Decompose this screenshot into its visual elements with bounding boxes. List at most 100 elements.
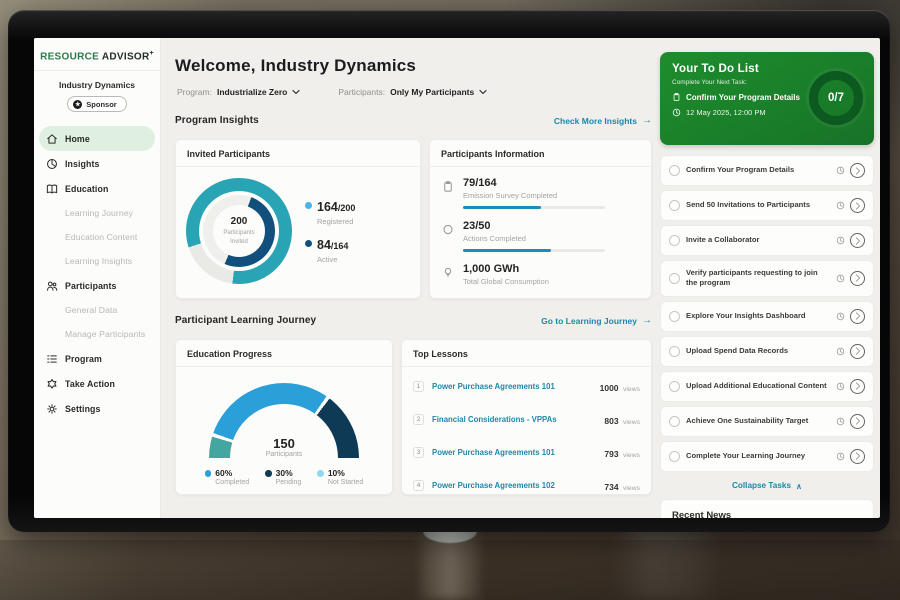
lesson-link[interactable]: Financial Considerations - VPPAs	[432, 415, 604, 424]
task-open-button[interactable]	[850, 198, 865, 213]
legend-dot	[265, 470, 272, 477]
recent-news-card: Recent News	[660, 499, 874, 519]
participants-value: Only My Participants	[390, 87, 474, 97]
gear-icon	[46, 403, 58, 415]
sidebar-item-learning-insights[interactable]: Learning Insights	[39, 249, 155, 273]
task-open-button[interactable]	[850, 449, 865, 464]
section-title: Program Insights	[175, 115, 259, 126]
clipboard-icon	[672, 92, 681, 102]
participants-information-card: Participants Information 79/164 Emission…	[429, 139, 652, 299]
task-row[interactable]: Verify participants requesting to join t…	[660, 260, 874, 297]
task-open-button[interactable]	[850, 233, 865, 248]
go-to-learning-journey-link[interactable]: Go to Learning Journey →	[541, 315, 652, 326]
lesson-link[interactable]: Power Purchase Agreements 101	[432, 448, 604, 457]
task-checkbox[interactable]	[669, 165, 680, 176]
participants-dropdown[interactable]: Participants: Only My Participants	[338, 87, 487, 97]
lesson-rank: 2	[413, 414, 424, 425]
legend-item: 60%Completed	[205, 468, 249, 486]
top-lessons-card: Top Lessons 1 Power Purchase Agreements …	[401, 339, 652, 495]
task-row[interactable]: Invite a Collaborator	[660, 225, 874, 256]
sidebar-item-manage-participants[interactable]: Manage Participants	[39, 322, 155, 346]
clock-icon	[836, 274, 845, 283]
legend-item: 30%Pending	[265, 468, 301, 486]
sidebar-item-home[interactable]: Home	[39, 126, 155, 151]
lesson-row: 4 Power Purchase Agreements 102 734 view…	[413, 469, 640, 495]
clock-icon	[836, 452, 845, 461]
gauge-center-value: 150	[209, 436, 359, 451]
progress-bar	[463, 206, 605, 210]
task-open-button[interactable]	[850, 379, 865, 394]
task-checkbox[interactable]	[669, 235, 680, 246]
task-open-button[interactable]	[850, 271, 865, 286]
clock-icon	[836, 236, 845, 245]
task-checkbox[interactable]	[669, 273, 680, 284]
clock-icon	[836, 347, 845, 356]
lightbulb-icon	[442, 263, 455, 286]
card-title: Top Lessons	[402, 340, 651, 367]
lesson-rank: 3	[413, 447, 424, 458]
logo-plus: +	[150, 50, 154, 57]
sidebar-item-participants[interactable]: Participants	[39, 273, 155, 298]
task-row[interactable]: Send 50 Invitations to Participants	[660, 190, 874, 221]
collapse-tasks-link[interactable]: Collapse Tasks ∧	[660, 481, 874, 491]
task-checkbox[interactable]	[669, 416, 680, 427]
org-name: Industry Dynamics	[34, 80, 160, 90]
legend-item: 10%Not Started	[317, 468, 363, 486]
stat-emission-survey: 79/164 Emission Survey Completed	[442, 177, 639, 209]
stat-total-consumption: 1,000 GWh Total Global Consumption	[442, 263, 639, 286]
sidebar-item-general-data[interactable]: General Data	[39, 298, 155, 322]
task-checkbox[interactable]	[669, 346, 680, 357]
todo-next-task: Confirm Your Program Details	[686, 93, 800, 102]
program-insights-header: Program Insights Check More Insights →	[175, 115, 652, 126]
clock-icon	[836, 201, 845, 210]
task-open-button[interactable]	[850, 163, 865, 178]
app-logo: RESOURCE ADVISOR+	[34, 46, 160, 71]
task-checkbox[interactable]	[669, 451, 680, 462]
section-title: Participant Learning Journey	[175, 315, 316, 326]
task-open-button[interactable]	[850, 414, 865, 429]
sidebar-item-education-content[interactable]: Education Content	[39, 225, 155, 249]
todo-panel: Your To Do List Complete Your Next Task:…	[660, 38, 874, 518]
participants-label: Participants:	[338, 87, 385, 97]
stat-actions-completed: 23/50 Actions Completed	[442, 220, 639, 252]
sponsor-badge: ★ Sponsor	[67, 96, 126, 112]
sidebar-item-take-action[interactable]: Take Action	[39, 371, 155, 396]
book-icon	[46, 183, 58, 195]
donut-legend: 164/200 Registered 84/164 Active	[305, 188, 355, 274]
sidebar: RESOURCE ADVISOR+ Industry Dynamics ★ Sp…	[34, 38, 161, 518]
task-row[interactable]: Explore Your Insights Dashboard	[660, 301, 874, 332]
learning-journey-header: Participant Learning Journey Go to Learn…	[175, 315, 652, 326]
page-title: Welcome, Industry Dynamics	[175, 56, 416, 76]
monitor-bezel: RESOURCE ADVISOR+ Industry Dynamics ★ Sp…	[8, 10, 890, 532]
lesson-link[interactable]: Power Purchase Agreements 102	[432, 481, 604, 490]
task-row[interactable]: Upload Additional Educational Content	[660, 371, 874, 402]
legend-dot	[305, 202, 312, 209]
education-progress-card: Education Progress 150 Participants 60%C…	[175, 339, 393, 495]
task-open-button[interactable]	[850, 309, 865, 324]
task-open-button[interactable]	[850, 344, 865, 359]
sidebar-item-settings[interactable]: Settings	[39, 396, 155, 421]
logo-primary: RESOURCE	[40, 51, 99, 62]
sidebar-item-insights[interactable]: Insights	[39, 151, 155, 176]
clock-icon	[836, 312, 845, 321]
task-row[interactable]: Confirm Your Program Details	[660, 155, 874, 186]
program-dropdown[interactable]: Program: Industrialize Zero	[177, 87, 300, 97]
legend-dot	[317, 470, 324, 477]
sidebar-item-education[interactable]: Education	[39, 176, 155, 201]
task-row[interactable]: Achieve One Sustainability Target	[660, 406, 874, 437]
sidebar-item-learning-journey[interactable]: Learning Journey	[39, 201, 155, 225]
task-checkbox[interactable]	[669, 311, 680, 322]
task-list: Confirm Your Program Details Send 50 Inv…	[660, 155, 874, 472]
education-progress-gauge-chart: 150 Participants	[209, 383, 359, 458]
lesson-row: 3 Power Purchase Agreements 101 793 view…	[413, 436, 640, 469]
sidebar-item-program[interactable]: Program	[39, 346, 155, 371]
lesson-row: 1 Power Purchase Agreements 101 1000 vie…	[413, 370, 640, 403]
card-title: Education Progress	[176, 340, 392, 367]
check-more-insights-link[interactable]: Check More Insights →	[554, 115, 652, 126]
lesson-link[interactable]: Power Purchase Agreements 101	[432, 382, 600, 391]
task-checkbox[interactable]	[669, 381, 680, 392]
task-checkbox[interactable]	[669, 200, 680, 211]
task-row[interactable]: Complete Your Learning Journey	[660, 441, 874, 472]
gauge-legend: 60%Completed 30%Pending 10%Not Started	[176, 468, 392, 486]
task-row[interactable]: Upload Spend Data Records	[660, 336, 874, 367]
